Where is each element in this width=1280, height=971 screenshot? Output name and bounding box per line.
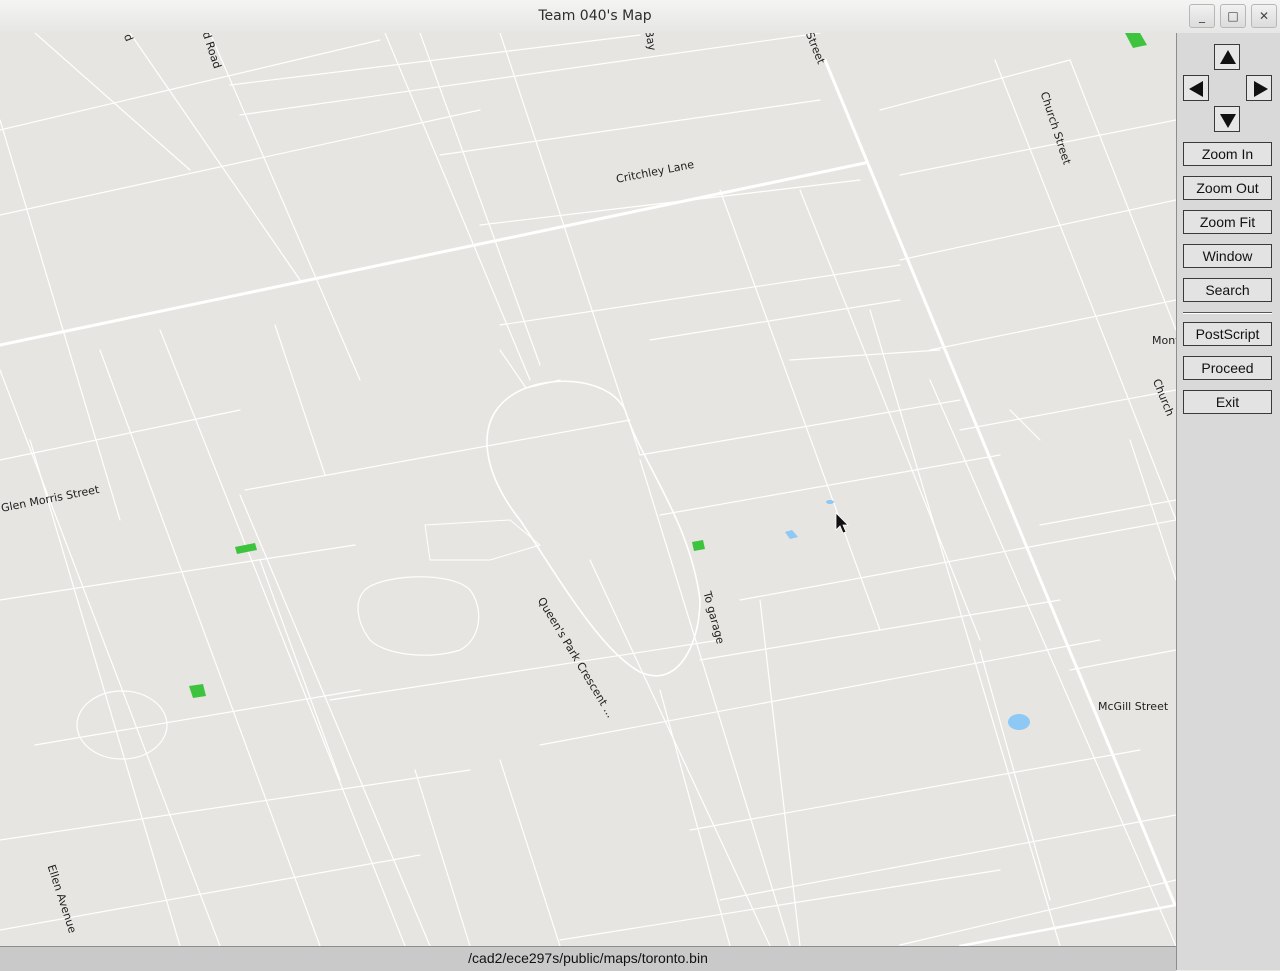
- map-label-mcgill-street: McGill Street: [1098, 700, 1169, 713]
- map-label-bay: Bay: [642, 33, 659, 52]
- postscript-button[interactable]: PostScript: [1183, 322, 1272, 346]
- window-titlebar: Team 040's Map _ □ ✕: [0, 0, 1280, 34]
- arrow-down-icon: [1220, 114, 1236, 128]
- street-map: [0, 33, 1176, 946]
- status-bar: /cad2/ece297s/public/maps/toronto.bin: [0, 946, 1176, 971]
- arrow-left-icon: [1189, 81, 1203, 97]
- arrow-right-icon: [1254, 81, 1268, 97]
- status-text: /cad2/ece297s/public/maps/toronto.bin: [468, 950, 708, 966]
- pan-left-button[interactable]: [1183, 75, 1209, 101]
- proceed-button[interactable]: Proceed: [1183, 356, 1272, 380]
- maximize-button[interactable]: □: [1220, 4, 1246, 28]
- zoom-fit-button[interactable]: Zoom Fit: [1183, 210, 1272, 234]
- pan-right-button[interactable]: [1246, 75, 1272, 101]
- window-title: Team 040's Map: [538, 8, 652, 24]
- map-label-mont: Mont: [1152, 334, 1176, 347]
- zoom-in-button[interactable]: Zoom In: [1183, 142, 1272, 166]
- panel-separator: [1183, 312, 1272, 314]
- zoom-out-button[interactable]: Zoom Out: [1183, 176, 1272, 200]
- pan-up-button[interactable]: [1214, 44, 1240, 70]
- map-canvas[interactable]: d d Road Bay Street Church Street Critch…: [0, 33, 1176, 946]
- close-button[interactable]: ✕: [1251, 4, 1277, 28]
- control-panel: Zoom In Zoom Out Zoom Fit Window Search …: [1176, 33, 1280, 970]
- minimize-button[interactable]: _: [1189, 4, 1215, 28]
- pan-down-button[interactable]: [1214, 106, 1240, 132]
- arrow-up-icon: [1220, 50, 1236, 64]
- exit-button[interactable]: Exit: [1183, 390, 1272, 414]
- search-button[interactable]: Search: [1183, 278, 1272, 302]
- window-button[interactable]: Window: [1183, 244, 1272, 268]
